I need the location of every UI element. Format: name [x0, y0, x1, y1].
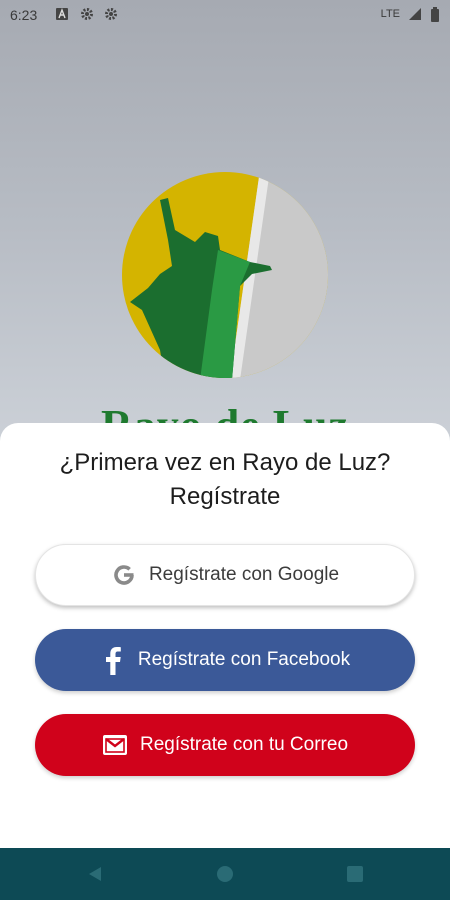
- google-signup-label: Regístrate con Google: [148, 564, 340, 585]
- status-time: 6:23: [10, 7, 38, 23]
- home-icon[interactable]: [216, 865, 234, 888]
- rayo-de-luz-logo: [122, 172, 328, 378]
- recents-icon[interactable]: [346, 865, 364, 888]
- sheet-title-line1: ¿Primera vez en Rayo de Luz?: [59, 449, 391, 476]
- a-box-icon: [55, 7, 69, 21]
- facebook-signup-label: Regístrate con Facebook: [137, 649, 351, 670]
- back-icon[interactable]: [86, 865, 104, 888]
- signal-icon: [408, 7, 422, 21]
- google-signup-button[interactable]: Regístrate con Google: [35, 544, 415, 606]
- sheet-title-line2: Regístrate: [169, 483, 281, 510]
- facebook-icon: [100, 647, 126, 675]
- email-signup-button[interactable]: Regístrate con tu Correo: [35, 714, 415, 776]
- gear-icon: [80, 7, 94, 21]
- battery-icon: [430, 7, 440, 22]
- status-bar: 6:23 LTE: [0, 0, 450, 30]
- gear-icon: [104, 7, 118, 21]
- navigation-bar: [0, 848, 450, 900]
- email-signup-label: Regístrate con tu Correo: [139, 734, 349, 755]
- sheet-title: ¿Primera vez en Rayo de Luz? Regístrate: [0, 446, 450, 514]
- facebook-signup-button[interactable]: Regístrate con Facebook: [35, 629, 415, 691]
- google-icon: [111, 562, 137, 588]
- mail-icon: [102, 732, 128, 758]
- network-type: LTE: [380, 8, 400, 20]
